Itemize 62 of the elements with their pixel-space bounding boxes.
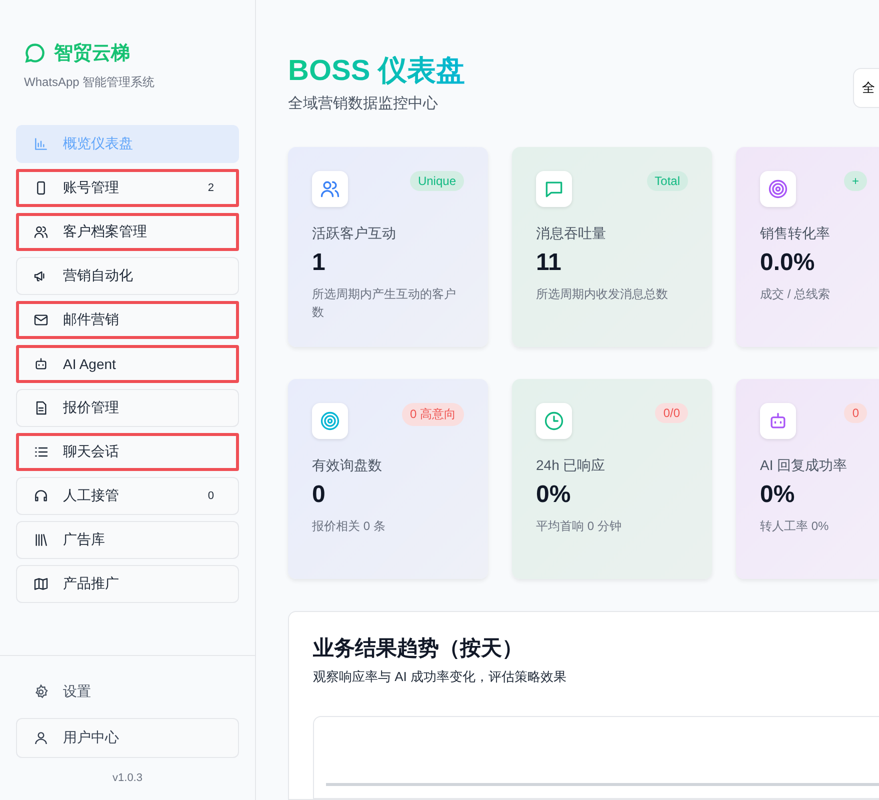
stat-note: 转人工率 0%: [760, 518, 830, 535]
bar-chart-icon: [33, 136, 49, 152]
robot-icon: [760, 402, 796, 439]
stat-value: 0%: [760, 480, 796, 509]
stat-value: 0%: [536, 480, 572, 509]
sidebar-item[interactable]: 邮件营销: [16, 301, 239, 339]
stat-value: 1: [312, 248, 326, 277]
brand-name: 智贸云梯: [54, 42, 130, 66]
stat-badge: Unique: [410, 170, 464, 191]
clock-icon: [536, 402, 572, 439]
settings-icon: [33, 684, 49, 700]
stat-label: 消息吞吐量: [536, 224, 607, 243]
sidebar-item[interactable]: 账号管理 2: [16, 169, 239, 207]
stat-label: 销售转化率: [760, 224, 831, 243]
target-icon: [312, 402, 348, 439]
stat-note: 成交 / 总线索: [760, 286, 832, 303]
sidebar-item[interactable]: AI Agent: [16, 345, 239, 383]
stat-label: 活跃客户互动: [312, 224, 397, 243]
stat-note: 报价相关 0 条: [312, 518, 386, 535]
chat-bubble-icon: [536, 170, 572, 207]
count-label: 2: [208, 182, 214, 194]
settings-link[interactable]: 设置: [16, 672, 239, 712]
robot-icon: [33, 356, 49, 372]
trend-subtitle: 观察响应率与 AI 成功率变化，评估策略效果: [313, 668, 568, 686]
brand-subtitle: WhatsApp 智能管理系统: [24, 74, 156, 91]
stat-badge: 0/0: [655, 402, 688, 423]
chat-bubble-logo-icon: [24, 42, 46, 64]
headset-icon: [33, 488, 49, 504]
books-icon: [33, 532, 49, 548]
people-icon: [33, 224, 49, 240]
sidebar-item[interactable]: 聊天会话: [16, 433, 239, 471]
sidebar-item[interactable]: 客户档案管理: [16, 213, 239, 251]
version-label: v1.0.3: [112, 772, 142, 784]
stat-label: 24h 已响应: [536, 456, 606, 475]
range-button[interactable]: 全: [853, 68, 879, 108]
stat-value: 0: [312, 480, 326, 509]
stat-badge: 0: [844, 402, 867, 423]
people-icon: [312, 170, 348, 207]
stat-badge: 0 高意向: [402, 402, 464, 426]
stat-badge: +: [844, 170, 867, 191]
stat-label: AI 回复成功率: [760, 456, 848, 475]
stat-badge: Total: [646, 170, 688, 191]
page-subtitle: 全域营销数据监控中心: [288, 94, 439, 113]
stat-note: 所选周期内收发消息总数: [536, 286, 669, 303]
sidebar-item[interactable]: 报价管理: [16, 389, 239, 427]
stat-value: 0.0%: [760, 248, 816, 277]
user-icon: [33, 730, 49, 746]
user-center-button[interactable]: 用户中心: [16, 718, 239, 758]
sidebar-item[interactable]: 产品推广: [16, 565, 239, 603]
stat-label: 有效询盘数: [312, 456, 383, 475]
map-icon: [33, 576, 49, 592]
sidebar-item[interactable]: 营销自动化: [16, 257, 239, 295]
stat-note: 所选周期内产生互动的客户数: [312, 286, 457, 321]
sidebar-item[interactable]: 广告库: [16, 521, 239, 559]
sidebar-item[interactable]: 人工接管 0: [16, 477, 239, 515]
target-icon: [760, 170, 796, 207]
stat-note: 平均首响 0 分钟: [536, 518, 622, 535]
mail-icon: [33, 312, 49, 328]
page-title: BOSS 仪表盘: [288, 56, 466, 88]
stat-value: 11: [536, 248, 562, 277]
count-label: 0: [208, 490, 214, 502]
trend-title: 业务结果趋势（按天）: [313, 636, 524, 662]
